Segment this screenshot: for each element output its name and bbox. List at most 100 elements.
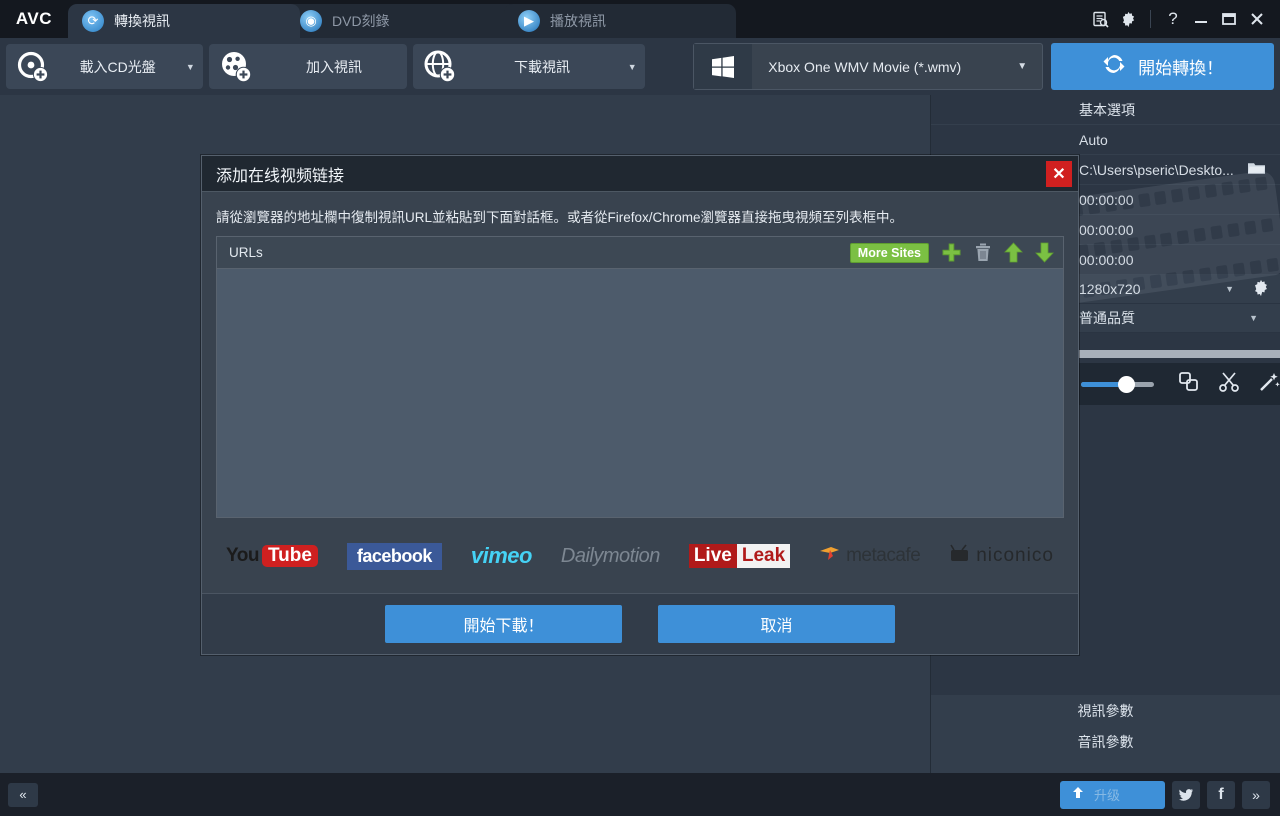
maximize-icon[interactable] (1216, 4, 1242, 34)
output-format-selector[interactable]: Xbox One WMV Movie (*.wmv) ▼ (693, 43, 1044, 90)
params-section: 視訊參數 音訊參數 (931, 695, 1280, 773)
youtube-text-part1: You (226, 545, 259, 566)
metacafe-star-icon (819, 544, 843, 569)
divider (1150, 10, 1151, 28)
window-controls: ? (1087, 0, 1280, 38)
film-add-icon (217, 48, 255, 86)
cd-add-icon (14, 48, 52, 86)
dialog-close-icon[interactable]: ✕ (1046, 160, 1072, 187)
urls-column-header: URLs (229, 245, 263, 260)
scissors-crop-icon[interactable] (1218, 371, 1240, 398)
effects-wand-icon[interactable] (1258, 371, 1280, 398)
add-online-video-dialog: 添加在线视频链接 ✕ 請從瀏覽器的地址欄中復制視訊URL並粘貼到下面對話框。或者… (201, 155, 1079, 655)
settings-gear-icon[interactable] (1115, 4, 1141, 34)
niconico-text: niconico (976, 545, 1054, 566)
dailymotion-text-part1: Daily (560, 544, 603, 567)
collapse-panel-button[interactable]: « (8, 782, 38, 807)
site-logo-metacafe[interactable]: metacafe (819, 541, 921, 571)
liveleak-text-part1: Live (688, 544, 737, 568)
help-icon[interactable]: ? (1160, 4, 1186, 34)
site-logo-liveleak[interactable]: Live Leak (688, 541, 791, 571)
convert-refresh-icon (1102, 52, 1126, 82)
log-icon[interactable] (1087, 4, 1113, 34)
refresh-icon: ⟳ (82, 10, 104, 32)
merge-icon[interactable] (1178, 371, 1200, 398)
app-logo: AVC (15, 9, 53, 28)
status-bar: « 升级 f » (0, 773, 1280, 816)
load-cd-button[interactable]: 載入CD光盤 ▼ (6, 44, 204, 89)
start-download-button[interactable]: 開始下載！ (385, 605, 622, 643)
add-video-button[interactable]: 加入視訊 (209, 44, 407, 89)
upload-arrow-icon (1070, 785, 1086, 804)
globe-add-icon (421, 48, 459, 86)
site-logo-vimeo[interactable]: vimeo (470, 541, 533, 571)
vimeo-text: vimeo (470, 543, 533, 568)
facebook-text: facebook (346, 542, 442, 570)
dialog-title-bar: 添加在线视频链接 ✕ (202, 156, 1078, 192)
liveleak-text-part2: Leak (736, 544, 791, 568)
download-video-button[interactable]: 下載視訊 ▼ (412, 44, 646, 89)
tab-strip: ⟳ 轉換視訊 ◉ DVD刻錄 ▶ 播放視訊 (68, 0, 1087, 38)
dialog-button-bar: 開始下載！ 取消 (202, 593, 1078, 654)
tab-label: 播放視訊 (550, 13, 606, 29)
chevron-down-icon[interactable]: ▼ (1002, 61, 1042, 72)
bottom-right-actions: 升级 f » (1060, 780, 1280, 809)
dailymotion-text-part2: motion (602, 544, 661, 567)
upgrade-button[interactable]: 升级 (1060, 780, 1165, 809)
windows-logo-icon (694, 44, 753, 89)
dialog-description: 請從瀏覽器的地址欄中復制視訊URL並粘貼到下面對話框。或者從Firefox/Ch… (216, 210, 904, 225)
move-down-icon[interactable] (1034, 242, 1055, 263)
facebook-icon[interactable]: f (1207, 780, 1235, 809)
volume-slider[interactable] (1081, 375, 1154, 393)
basic-options-row[interactable]: 基本選項 (931, 95, 1280, 125)
supported-sites-bar: You Tube facebook vimeo Daily motion Liv… (216, 532, 1064, 580)
chevron-down-icon[interactable]: ▼ (619, 62, 645, 72)
edit-tools (1178, 371, 1280, 398)
metacafe-text: metacafe (846, 545, 921, 566)
start-convert-label: 開始轉換！ (1138, 59, 1224, 78)
urls-header-row: URLs More Sites (216, 236, 1064, 268)
play-icon: ▶ (518, 10, 540, 32)
cancel-button[interactable]: 取消 (658, 605, 895, 643)
volume-slider-knob[interactable] (1118, 375, 1135, 393)
url-action-buttons (941, 242, 1055, 263)
close-icon[interactable] (1244, 4, 1270, 34)
audio-params-label: 音訊參數 (1077, 733, 1134, 750)
tab-play-video[interactable]: ▶ 播放視訊 (504, 4, 736, 38)
move-up-icon[interactable] (1003, 242, 1024, 263)
upgrade-label: 升级 (1094, 788, 1121, 803)
video-params-label: 視訊參數 (1077, 702, 1134, 719)
tab-dvd-burn[interactable]: ◉ DVD刻錄 (286, 4, 518, 38)
site-logo-niconico[interactable]: niconico (949, 541, 1054, 571)
audio-params-row[interactable]: 音訊參數 (931, 726, 1280, 757)
twitter-icon[interactable] (1172, 780, 1200, 809)
add-url-icon[interactable] (941, 242, 962, 263)
application-window: AVC ⟳ 轉換視訊 ◉ DVD刻錄 ▶ 播放視訊 ? 載入CD光盤 ▼ 加入視… (0, 0, 1280, 816)
video-params-row[interactable]: 視訊參數 (931, 695, 1280, 726)
tab-label: DVD刻錄 (332, 13, 390, 29)
chevron-down-icon[interactable]: ▼ (177, 62, 203, 72)
output-format-value: Xbox One WMV Movie (*.wmv) (768, 58, 962, 75)
load-cd-label: 載入CD光盤 (79, 58, 156, 75)
youtube-text-part2: Tube (261, 545, 318, 567)
delete-url-icon[interactable] (972, 242, 993, 263)
niconico-tv-icon (949, 544, 971, 569)
download-video-label: 下載視訊 (513, 58, 570, 75)
add-video-label: 加入視訊 (306, 58, 363, 75)
site-logo-dailymotion[interactable]: Daily motion (561, 541, 660, 571)
main-toolbar: 載入CD光盤 ▼ 加入視訊 下載視訊 ▼ Xbox One WMV Movie … (0, 38, 1280, 95)
start-convert-button[interactable]: 開始轉換！ (1051, 43, 1275, 90)
dialog-title: 添加在线视频链接 (216, 167, 345, 185)
site-logo-youtube[interactable]: You Tube (226, 541, 318, 571)
site-logo-facebook[interactable]: facebook (346, 541, 442, 571)
disc-icon: ◉ (300, 10, 322, 32)
minimize-icon[interactable] (1188, 4, 1214, 34)
basic-options-label: 基本選項 (1079, 101, 1135, 118)
tab-convert-video[interactable]: ⟳ 轉換視訊 (68, 4, 300, 38)
expand-panel-button[interactable]: » (1242, 780, 1270, 809)
chevron-down-icon[interactable]: ▼ (1249, 313, 1258, 323)
more-sites-button[interactable]: More Sites (849, 242, 929, 263)
title-bar: AVC ⟳ 轉換視訊 ◉ DVD刻錄 ▶ 播放視訊 ? (0, 0, 1280, 38)
tab-label: 轉換視訊 (114, 13, 170, 29)
urls-list-box[interactable] (216, 268, 1064, 518)
